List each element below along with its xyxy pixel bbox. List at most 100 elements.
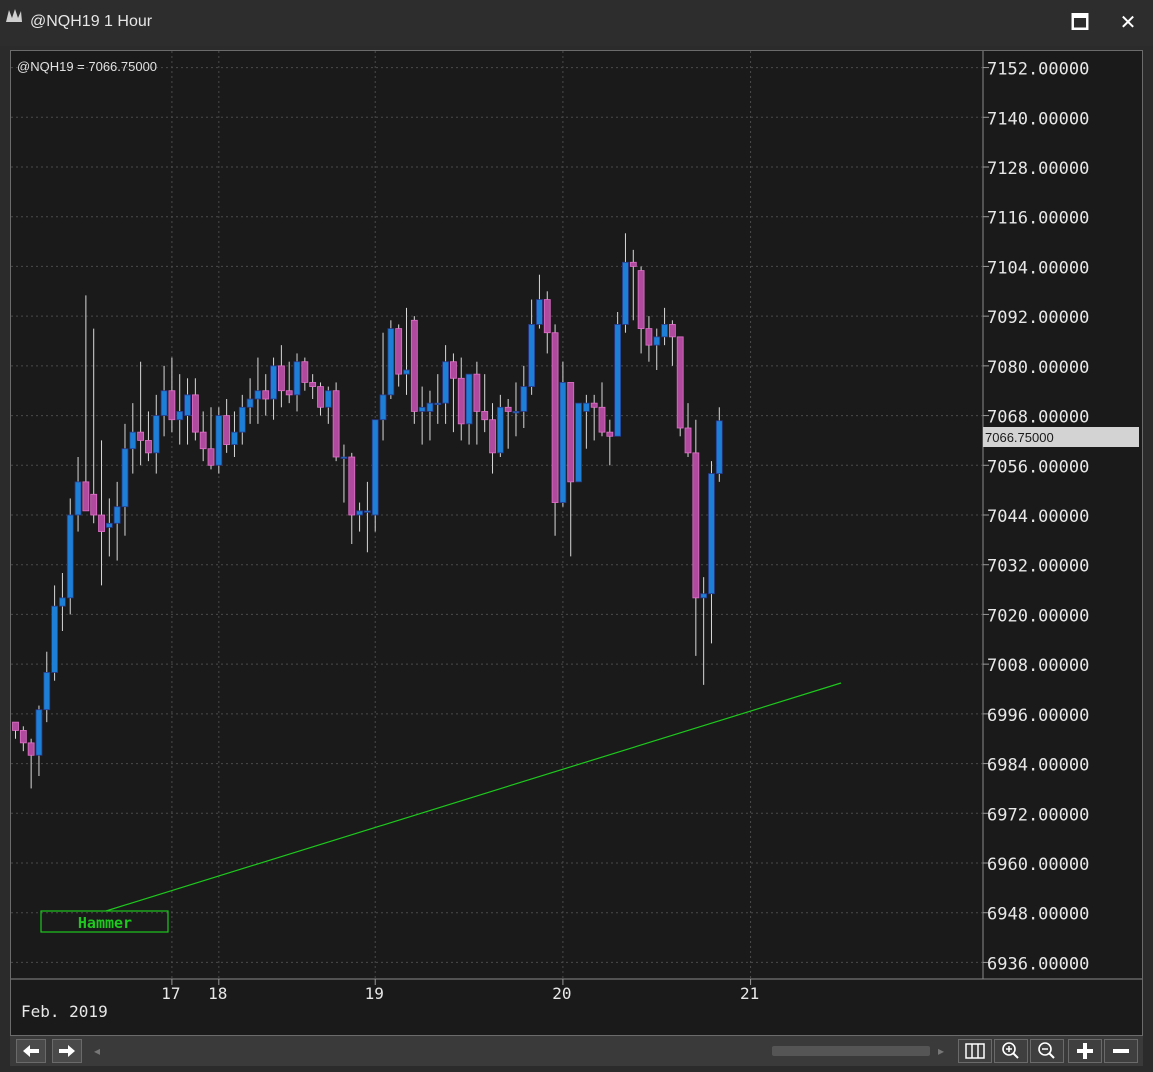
candle: [317, 382, 324, 416]
candlestick-chart[interactable]: 7152.00000 7140.00000 7128.00000 7116.00000…: [11, 51, 1142, 1035]
candle: [528, 299, 536, 395]
zoom-out-button[interactable]: [1030, 1039, 1064, 1063]
hammer-annotation-label: Hammer: [78, 914, 132, 932]
candle-body: [598, 406, 606, 433]
add-bars-button[interactable]: [1068, 1039, 1102, 1063]
maximize-button[interactable]: 🗖: [1062, 8, 1098, 38]
window-title: @NQH19 1 Hour: [30, 13, 153, 30]
candle: [575, 402, 582, 483]
price-marker-label: 7066.75000: [985, 430, 1054, 445]
candle: [356, 502, 363, 532]
price-axis-label: 6948.00000: [987, 905, 1089, 925]
candle-body: [426, 402, 434, 412]
scrollbar-thumb[interactable]: [772, 1046, 930, 1056]
candle: [645, 316, 653, 362]
candle: [520, 365, 528, 428]
scroll-right-button[interactable]: [52, 1039, 82, 1063]
price-axis-label: 7104.00000: [987, 258, 1089, 278]
candle-body: [270, 365, 277, 400]
candle-body: [145, 440, 152, 454]
close-button[interactable]: ✕: [1110, 8, 1146, 38]
candle: [309, 374, 317, 399]
columns-icon: [965, 1043, 985, 1059]
candle-body: [606, 431, 614, 437]
candle: [145, 411, 152, 462]
candle-body: [387, 328, 395, 396]
candle: [442, 345, 450, 424]
candle-body: [199, 431, 207, 450]
candle-body: [567, 382, 575, 483]
candle: [418, 386, 426, 445]
candle: [168, 357, 176, 433]
chart-columns-button[interactable]: [958, 1039, 992, 1063]
candle: [700, 577, 708, 685]
candle: [551, 324, 559, 536]
candle: [567, 382, 575, 557]
candle-body: [512, 411, 520, 414]
candle: [489, 403, 496, 474]
candle: [332, 382, 340, 462]
chart-frame[interactable]: 7152.00000 7140.00000 7128.00000 7116.00000…: [10, 50, 1143, 1036]
candle: [262, 374, 270, 416]
candle: [137, 361, 145, 466]
scroll-left-button[interactable]: [16, 1039, 46, 1063]
candle: [12, 721, 19, 739]
candle-body: [442, 361, 450, 404]
candle: [590, 394, 598, 441]
candle: [215, 407, 223, 474]
candle-body: [629, 261, 637, 267]
candle: [536, 274, 543, 329]
price-axis-label: 7116.00000: [987, 209, 1089, 229]
hammer-annotation[interactable]: Hammer: [40, 910, 169, 933]
price-axis-label: 7032.00000: [987, 557, 1089, 577]
candle-body: [450, 361, 457, 379]
candle: [113, 481, 121, 561]
price-axis-label: 7020.00000: [987, 606, 1089, 626]
arrow-right-icon: [59, 1045, 75, 1057]
candle: [410, 316, 418, 424]
candle: [191, 378, 199, 441]
candle-body: [622, 261, 629, 325]
candle: [387, 320, 395, 399]
candle: [496, 394, 504, 457]
candle: [653, 328, 661, 370]
hammer-trendline[interactable]: [105, 682, 842, 912]
candle-body: [184, 394, 191, 416]
remove-bars-button[interactable]: [1104, 1039, 1138, 1063]
candle-body: [395, 328, 403, 375]
candle-body: [176, 411, 184, 421]
scrollbar-right-arrow-icon[interactable]: ▸: [938, 1044, 944, 1058]
chart-header-label: @NQH19 = 7066.75000: [17, 59, 157, 74]
candle: [543, 291, 551, 354]
candle-body: [51, 605, 58, 673]
price-axis-label: 7092.00000: [987, 308, 1089, 328]
zoom-in-button[interactable]: [994, 1039, 1028, 1063]
candle-body: [168, 390, 176, 421]
candle-body: [121, 448, 129, 508]
price-axis-label: 6960.00000: [987, 855, 1089, 875]
candle-body: [246, 398, 254, 408]
candle: [324, 386, 332, 424]
candle-body: [223, 415, 231, 445]
candle-body: [35, 709, 43, 756]
candle-body: [614, 324, 622, 437]
candle-body: [457, 377, 465, 425]
candle: [90, 328, 98, 524]
candle: [59, 573, 66, 631]
candle: [614, 312, 622, 437]
zoom-out-icon: [1038, 1042, 1055, 1059]
candle: [270, 357, 277, 420]
candle-body: [324, 390, 332, 408]
price-axis-label: 6972.00000: [987, 805, 1089, 825]
candle: [622, 233, 629, 333]
candle-body: [152, 415, 160, 454]
app-logo-icon: [6, 9, 22, 22]
time-axis-label: 21: [740, 984, 759, 1003]
scrollbar-left-arrow-icon[interactable]: ◂: [94, 1044, 100, 1058]
candle-body: [207, 448, 215, 466]
candle-body: [504, 406, 512, 412]
price-axis-label: 7008.00000: [987, 656, 1089, 676]
candle-body: [528, 324, 536, 387]
candle: [184, 378, 191, 445]
candle-body: [668, 324, 676, 338]
